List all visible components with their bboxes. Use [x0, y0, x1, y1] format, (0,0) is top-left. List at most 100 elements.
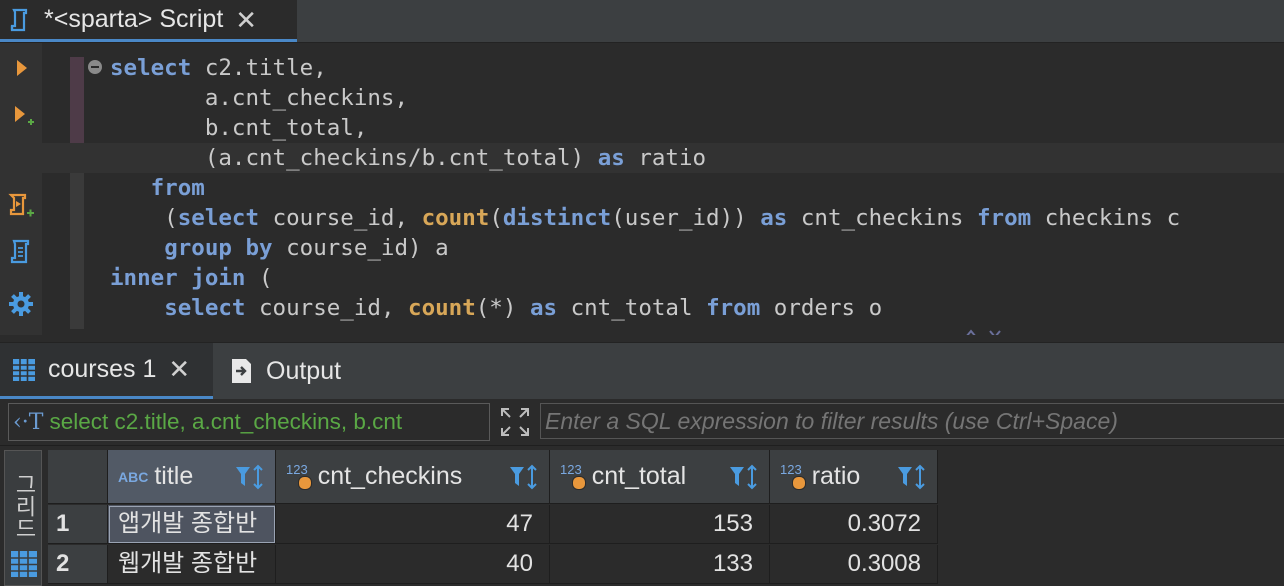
sql-token: inner — [110, 265, 178, 291]
sql-token: count — [408, 295, 476, 321]
column-header-title[interactable]: ABC title — [108, 450, 276, 504]
sql-token: as — [597, 145, 625, 171]
sql-token: cnt_checkins — [800, 205, 964, 231]
expand-icon[interactable] — [498, 405, 532, 439]
filter-sort-icon[interactable] — [507, 463, 541, 491]
tab-label: Output — [266, 356, 342, 385]
sql-token: . — [218, 85, 232, 111]
sql-line-text: select course_id, count(*) as cnt_total … — [110, 295, 882, 321]
sql-token: distinct — [502, 205, 612, 231]
sql-preview-text: select c2.title, a.cnt_checkins, b.cnt — [49, 409, 403, 434]
filter-sort-icon[interactable] — [727, 463, 761, 491]
column-header-cnt-total[interactable]: 123 cnt_total — [550, 450, 770, 504]
number-type-icon: 123 — [560, 462, 582, 477]
table-cell-cnt-checkins[interactable]: 47 — [276, 505, 550, 544]
tab-label: courses 1 — [48, 355, 157, 383]
sql-token: ( — [489, 205, 503, 231]
close-icon[interactable]: ✕ — [235, 7, 257, 33]
key-dot-icon — [571, 475, 586, 490]
tab-output[interactable]: Output — [218, 343, 418, 399]
output-icon — [228, 357, 256, 385]
sql-token: course_id — [259, 295, 381, 321]
sql-line-text: (select course_id, count(distinct(user_i… — [110, 205, 1180, 231]
sql-token: / — [408, 145, 422, 171]
sql-token: cnt_checkins — [231, 85, 395, 111]
sql-line: select c2.title, — [0, 53, 1284, 83]
table-cell-ratio[interactable]: 0.3072 — [770, 505, 938, 544]
sql-line: (select course_id, count(distinct(user_i… — [0, 203, 1284, 233]
sql-line-text: select c2.title, — [110, 55, 327, 81]
table-cell-cnt-checkins[interactable]: 40 — [276, 545, 550, 584]
table-cell-ratio[interactable]: 0.3008 — [770, 545, 938, 584]
sql-token: , — [394, 205, 422, 231]
sql-token: count — [421, 205, 490, 231]
sql-line-text: b.cnt_total, — [110, 115, 368, 141]
sql-token: ) — [408, 235, 436, 261]
sql-token: )) — [719, 205, 761, 231]
sql-token: from — [150, 175, 205, 201]
sql-preview-box[interactable]: ‹·T select c2.title, a.cnt_checkins, b.c… — [8, 403, 490, 441]
sql-token: checkins — [1044, 205, 1154, 231]
column-name: cnt_total — [591, 462, 687, 490]
filter-sort-icon[interactable] — [895, 463, 929, 491]
close-icon[interactable]: ✕ — [168, 354, 190, 385]
tab-label: *<sparta> Script — [44, 5, 224, 33]
sql-text-icon: ‹·T — [13, 409, 44, 435]
sql-token: , — [353, 115, 368, 141]
number-type-icon: 123 — [780, 462, 802, 477]
sql-token: ( — [110, 205, 178, 231]
sql-token: cnt_checkins — [245, 145, 409, 171]
column-header-ratio[interactable]: 123 ratio — [770, 450, 938, 504]
editor-tab-bar: *<sparta> Script ✕ — [0, 0, 1284, 43]
scroll-hint-icon — [966, 329, 1001, 335]
sql-token: b — [421, 145, 436, 171]
row-number[interactable]: 1 — [48, 505, 108, 544]
sql-token: as — [760, 205, 788, 231]
column-header-cnt-checkins[interactable]: 123 cnt_checkins — [276, 450, 550, 504]
sql-editor[interactable]: select c2.title, a.cnt_checkins, b.cnt_t… — [0, 43, 1284, 335]
table-cell-cnt-total[interactable]: 133 — [550, 545, 770, 584]
sql-token: a — [435, 235, 449, 261]
table-cell-title[interactable]: 앱개발 종합반 — [108, 505, 276, 544]
column-name: title — [154, 462, 194, 490]
sql-token: b — [204, 115, 219, 141]
filter-sort-icon[interactable] — [233, 463, 267, 491]
table-cell-title[interactable]: 웹개발 종합반 — [108, 545, 276, 584]
filter-input[interactable] — [540, 403, 1284, 439]
sql-token: , — [313, 55, 327, 81]
sql-token: group — [164, 235, 232, 261]
sql-line-text: a.cnt_checkins, — [110, 85, 408, 111]
sql-token: ( — [110, 145, 219, 171]
sql-token: ( — [611, 205, 625, 231]
sql-token: cnt_total — [448, 145, 571, 171]
grid-icon — [11, 551, 37, 577]
tab-courses-1[interactable]: courses 1 ✕ — [0, 343, 213, 399]
results-tab-bar: courses 1 ✕ Output — [0, 342, 1284, 399]
grid-table-icon — [10, 356, 38, 384]
tab-script[interactable]: *<sparta> Script ✕ — [0, 0, 297, 42]
grid-view-tab[interactable]: 그리드 — [4, 450, 42, 586]
key-dot-icon — [297, 475, 312, 490]
sql-line: group by course_id) a — [0, 233, 1284, 263]
sql-token: course_id — [286, 235, 409, 261]
sql-token: as — [529, 295, 558, 321]
sql-token: , — [380, 295, 409, 321]
sql-token: select — [110, 55, 192, 81]
table-cell-cnt-total[interactable]: 153 — [550, 505, 770, 544]
row-number[interactable]: 2 — [48, 545, 108, 584]
sql-token: a — [204, 85, 219, 111]
sql-token: . — [435, 145, 449, 171]
